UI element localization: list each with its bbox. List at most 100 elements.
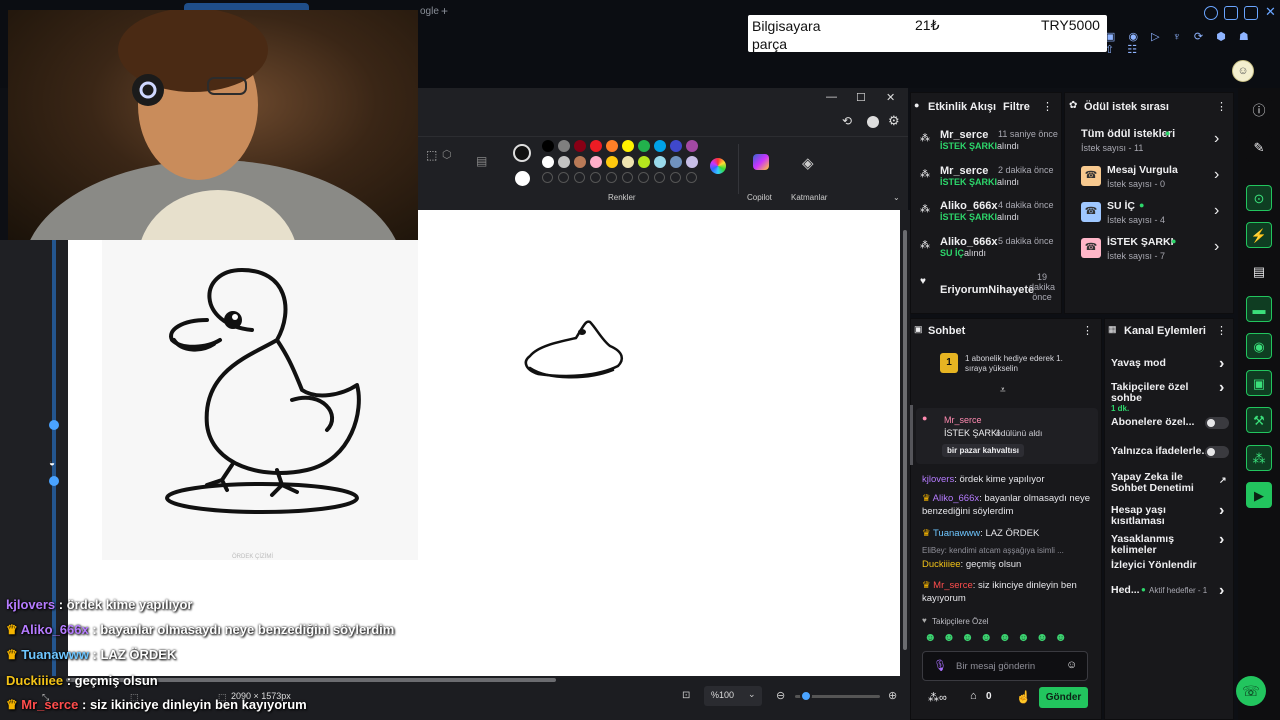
paint-canvas[interactable] xyxy=(418,210,900,676)
chat-message[interactable]: ♛ Aliko_666x: bayanlar olmasaydı neye be… xyxy=(922,492,1098,518)
chat-message[interactable]: ♛ Mr_serce: siz ikinciye dinleyin ben ka… xyxy=(922,579,1098,605)
color-swatch[interactable] xyxy=(542,156,554,168)
channel-action-item[interactable]: Yasaklanmış kelimeler › xyxy=(1111,531,1229,556)
document-icon[interactable]: ▤ xyxy=(1246,259,1272,285)
browser-tab-hint[interactable]: ogle xyxy=(420,6,439,17)
store-icon[interactable]: ⌂ xyxy=(970,690,977,702)
account-icon[interactable] xyxy=(867,116,879,128)
empty-color-slot[interactable] xyxy=(654,172,665,183)
channel-points-icon[interactable]: ⁂∞ xyxy=(928,691,947,704)
profile-avatar-icon[interactable]: ☺ xyxy=(1232,60,1254,82)
channel-action-item[interactable]: Yalnızca ifadelerle... xyxy=(1111,446,1229,458)
window-minimize-button[interactable]: — xyxy=(826,91,837,103)
all-rewards-item[interactable]: Tüm ödül istekleri ● İstek sayısı - 11 › xyxy=(1081,128,1231,158)
slider-handle[interactable] xyxy=(49,420,59,430)
chat-message[interactable]: kjlovers: ördek kime yapılıyor xyxy=(922,473,1098,486)
chat-username[interactable]: Duckiiiee xyxy=(922,559,961,570)
activity-filter-button[interactable]: Filtre xyxy=(1003,101,1030,113)
reward-item[interactable]: ☎ Mesaj Vurgula İstek sayısı - 0 › xyxy=(1081,164,1231,194)
channel-action-item[interactable]: Abonelere özel... xyxy=(1111,417,1229,429)
color-swatch[interactable] xyxy=(558,156,570,168)
chat-username[interactable]: kjlovers xyxy=(922,474,954,485)
collapse-icon[interactable]: ⩡ xyxy=(1000,385,1006,396)
storage-icon[interactable]: ▣ xyxy=(1246,370,1272,396)
restore-icon[interactable] xyxy=(1244,6,1258,20)
activity-more-icon[interactable]: ⋮ xyxy=(1042,100,1053,113)
clip-icon[interactable]: ⊙ xyxy=(1246,185,1272,211)
layers-label[interactable]: Katmanlar xyxy=(791,193,827,202)
color-swatch[interactable] xyxy=(654,140,666,152)
color-swatch[interactable] xyxy=(590,140,602,152)
channel-action-item[interactable]: Yapay Zeka ile Sohbet Denetimi ↗ xyxy=(1111,472,1229,494)
broadcast-icon[interactable]: ◉ xyxy=(1246,333,1272,359)
color-swatch[interactable] xyxy=(574,140,586,152)
color-picker-icon[interactable] xyxy=(710,158,726,174)
close-window-icon[interactable]: ✕ xyxy=(1265,4,1276,20)
copilot-label[interactable]: Copilot xyxy=(747,193,772,202)
mic-icon[interactable]: 🎙 xyxy=(933,659,947,672)
activity-event[interactable]: ⁂ Mr_serce 11 saniye önce İSTEK ŞARKIalındı xyxy=(920,129,1060,151)
color-swatch[interactable] xyxy=(622,140,634,152)
color-swatch[interactable] xyxy=(542,140,554,152)
new-tab-button[interactable]: + xyxy=(441,4,448,18)
wrench-icon[interactable]: ⚒ xyxy=(1246,407,1272,433)
zoom-out-icon[interactable]: ⊖ xyxy=(776,689,785,702)
empty-color-slot[interactable] xyxy=(574,172,585,183)
edit-icon[interactable]: ✎ xyxy=(1246,135,1272,161)
color-swatch[interactable] xyxy=(622,156,634,168)
channel-action-item[interactable]: Takipçilere özel sohbe 1 dk. › xyxy=(1111,379,1229,413)
layers-tool-icon[interactable]: ▤ xyxy=(476,154,487,168)
color-swatch[interactable] xyxy=(670,140,682,152)
activity-event[interactable]: ⁂ Mr_serce 2 dakika önce İSTEK ŞARKIalındı xyxy=(920,165,1060,187)
color-swatch[interactable] xyxy=(638,140,650,152)
opacity-slider-handle[interactable] xyxy=(49,476,59,486)
support-chat-icon[interactable]: ☏ xyxy=(1236,676,1266,706)
empty-color-slot[interactable] xyxy=(606,172,617,183)
reward-more-icon[interactable]: ⋮ xyxy=(1216,100,1227,113)
reward-item[interactable]: ☎ İSTEK ŞARKI ● İstek sayısı - 7 › xyxy=(1081,236,1231,266)
selection-tool-icon[interactable]: ⬚ xyxy=(426,148,437,162)
channel-action-item[interactable]: Hesap yaşı kısıtlaması › xyxy=(1111,502,1229,527)
empty-color-slot[interactable] xyxy=(542,172,553,183)
empty-color-slot[interactable] xyxy=(686,172,697,183)
secondary-color[interactable] xyxy=(515,171,530,186)
activity-event[interactable]: ⁂ Aliko_666x 4 dakika önce İSTEK ŞARKIalınd… xyxy=(920,200,1060,222)
chat-username[interactable]: Aliko_666x xyxy=(933,493,979,504)
copilot-icon[interactable] xyxy=(753,154,769,170)
color-swatch[interactable] xyxy=(558,140,570,152)
channel-actions-more-icon[interactable]: ⋮ xyxy=(1216,324,1227,337)
empty-color-slot[interactable] xyxy=(558,172,569,183)
share-icon[interactable]: ⟲ xyxy=(842,114,852,128)
lightning-icon[interactable]: ⚡ xyxy=(1246,222,1272,248)
color-swatch[interactable] xyxy=(590,156,602,168)
current-color-outline[interactable] xyxy=(513,144,531,162)
sub-leaderboard-banner[interactable]: 1 1 abonelik hediye ederek 1. sıraya yük… xyxy=(940,350,1090,378)
chat-username[interactable]: Tuanawww xyxy=(933,528,980,539)
reward-item[interactable]: ☎ SU İÇ ● İstek sayısı - 4 › xyxy=(1081,200,1231,230)
toggle-switch[interactable] xyxy=(1205,446,1229,458)
extensions-icon[interactable] xyxy=(1224,6,1238,20)
color-swatch[interactable] xyxy=(686,140,698,152)
settings-gear-icon[interactable]: ⚙ xyxy=(888,113,900,129)
color-swatch[interactable] xyxy=(638,156,650,168)
empty-color-slot[interactable] xyxy=(622,172,633,183)
channel-action-item[interactable]: Hed... ● Aktif hedefler - 1 › xyxy=(1111,582,1229,599)
search-icon[interactable] xyxy=(1204,6,1218,20)
window-maximize-button[interactable]: ☐ xyxy=(856,91,866,104)
chat-icon[interactable]: ▬ xyxy=(1246,296,1272,322)
color-swatch[interactable] xyxy=(686,156,698,168)
activity-event[interactable]: ⁂ Aliko_666x 5 dakika önce SU İÇalındı xyxy=(920,236,1060,258)
canvas-scrollbar-vertical[interactable] xyxy=(900,210,910,676)
window-close-button[interactable]: ✕ xyxy=(886,91,895,104)
chat-username[interactable]: Mr_serce xyxy=(933,580,973,591)
game-icon[interactable]: ▶ xyxy=(1246,482,1272,508)
channel-action-item[interactable]: İzleyici Yönlendir xyxy=(1111,560,1229,571)
chat-message[interactable]: ♛ Tuanawww: LAZ ÖRDEK xyxy=(922,527,1098,540)
color-swatch[interactable] xyxy=(606,156,618,168)
chat-more-icon[interactable]: ⋮ xyxy=(1082,324,1093,337)
chat-scrollbar[interactable] xyxy=(910,405,913,465)
zoom-select[interactable]: %100 ⌄ xyxy=(704,686,762,706)
chat-input[interactable]: 🎙 Bir mesaj gönderin ☺ xyxy=(922,651,1088,681)
layers-icon[interactable]: ◈ xyxy=(802,154,814,172)
color-swatch[interactable] xyxy=(606,140,618,152)
